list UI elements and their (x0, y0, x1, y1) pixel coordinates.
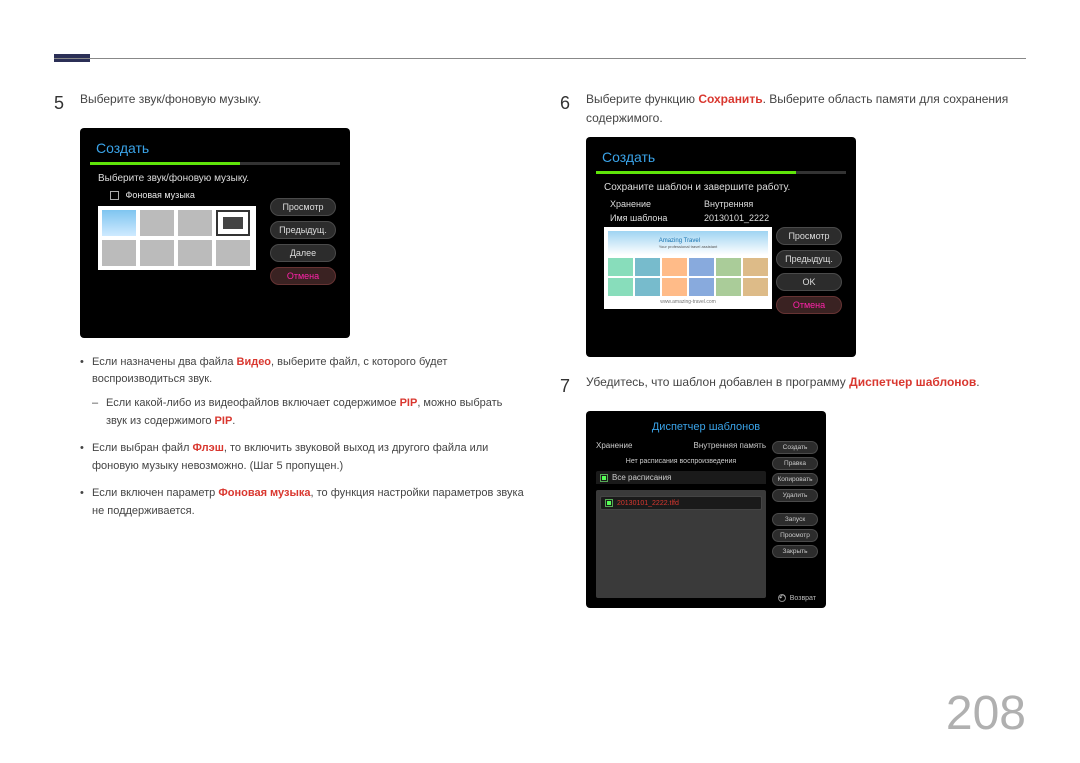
thumbnail-grid (98, 206, 256, 270)
step-7: 7 Убедитесь, что шаблон добавлен в прогр… (560, 373, 1032, 401)
return-hint: Возврат (778, 594, 816, 602)
manager-buttons: Создать Правка Копировать Удалить Запуск… (772, 441, 818, 561)
storage-row: Хранение Внутренняя (610, 199, 838, 209)
delete-button[interactable]: Удалить (772, 489, 818, 502)
thumbnail[interactable] (140, 210, 174, 236)
preview-button[interactable]: Просмотр (772, 529, 818, 542)
preview-cell (716, 278, 741, 296)
no-schedule-text: Нет расписания воспроизведения (596, 452, 766, 471)
page-number: 208 (946, 686, 1026, 741)
preview-cell (716, 258, 741, 276)
cancel-button[interactable]: Отмена (776, 296, 842, 314)
preview-banner: Amazing Travel Your professional travel … (608, 231, 768, 255)
thumbnail[interactable] (102, 210, 136, 236)
checkbox-icon[interactable] (600, 474, 608, 482)
prev-button[interactable]: Предыдущ. (270, 221, 336, 239)
template-preview: Amazing Travel Your professional travel … (604, 227, 772, 309)
close-button[interactable]: Закрыть (772, 545, 818, 558)
preview-cell (662, 278, 687, 296)
step-text: Выберите функцию Сохранить. Выберите обл… (586, 90, 1032, 127)
create-panel-step6: Создать Сохраните шаблон и завершите раб… (586, 137, 856, 357)
copy-button[interactable]: Копировать (772, 473, 818, 486)
cancel-button[interactable]: Отмена (270, 267, 336, 285)
progress-bar (90, 162, 340, 165)
thumbnail[interactable] (216, 240, 250, 266)
preview-cell (662, 258, 687, 276)
preview-url: www.amazing-travel.com (608, 299, 768, 305)
preview-cell (635, 258, 660, 276)
note-subitem: Если какой-либо из видеофайлов включает … (92, 395, 526, 430)
preview-button[interactable]: Просмотр (776, 227, 842, 245)
step-text: Выберите звук/фоновую музыку. (80, 90, 261, 118)
file-name: 20130101_2222.tlfd (617, 500, 679, 507)
name-key: Имя шаблона (610, 213, 680, 223)
step-number: 5 (54, 90, 70, 118)
create-panel-step5: Создать Выберите звук/фоновую музыку. Фо… (80, 128, 350, 338)
storage-value: Внутренняя (704, 199, 753, 209)
create-button[interactable]: Создать (772, 441, 818, 454)
preview-cell (689, 258, 714, 276)
storage-value: Внутренняя память (694, 441, 766, 450)
template-manager-panel: Диспетчер шаблонов Хранение Внутренняя п… (586, 411, 826, 608)
preview-button[interactable]: Просмотр (270, 198, 336, 216)
bgmusic-label: Фоновая музыка (126, 190, 195, 200)
checkbox-icon[interactable] (110, 191, 119, 200)
preview-cell (743, 278, 768, 296)
panel-title: Создать (596, 147, 846, 171)
note-item: Если назначены два файла Видео, выберите… (80, 354, 526, 430)
panel-buttons: Просмотр Предыдущ. OK Отмена (776, 227, 842, 319)
return-icon (778, 594, 786, 602)
prev-button[interactable]: Предыдущ. (776, 250, 842, 268)
storage-key: Хранение (610, 199, 680, 209)
step-number: 7 (560, 373, 576, 401)
template-name-row: Имя шаблона 20130101_2222 (610, 213, 838, 223)
header-rule (54, 58, 1026, 59)
run-button[interactable]: Запуск (772, 513, 818, 526)
thumbnail[interactable] (178, 210, 212, 236)
preview-cell (743, 258, 768, 276)
name-value: 20130101_2222 (704, 213, 769, 223)
storage-key: Хранение (596, 441, 632, 450)
manager-title: Диспетчер шаблонов (596, 421, 816, 433)
panel-buttons: Просмотр Предыдущ. Далее Отмена (270, 198, 336, 290)
step-number: 6 (560, 90, 576, 127)
storage-row: Хранение Внутренняя память (596, 439, 766, 452)
thumbnail-selected[interactable] (216, 210, 250, 236)
note-item: Если выбран файл Флэш, то включить звуко… (80, 440, 526, 475)
thumbnail[interactable] (140, 240, 174, 266)
preview-cell (608, 258, 633, 276)
file-list: 20130101_2222.tlfd (596, 490, 766, 598)
template-file-row[interactable]: 20130101_2222.tlfd (600, 496, 762, 510)
step-text: Убедитесь, что шаблон добавлен в програм… (586, 373, 980, 401)
panel-title: Создать (90, 138, 340, 162)
preview-cell (635, 278, 660, 296)
step-6: 6 Выберите функцию Сохранить. Выберите о… (560, 90, 1032, 127)
thumbnail[interactable] (102, 240, 136, 266)
step5-notes: Если назначены два файла Видео, выберите… (80, 354, 526, 521)
checkbox-icon[interactable] (605, 499, 613, 507)
step-5: 5 Выберите звук/фоновую музыку. (54, 90, 526, 118)
panel-subheader: Сохраните шаблон и завершите работу. (604, 182, 838, 193)
preview-cell (608, 278, 633, 296)
thumbnail[interactable] (178, 240, 212, 266)
edit-button[interactable]: Правка (772, 457, 818, 470)
progress-bar (596, 171, 846, 174)
note-item: Если включен параметр Фоновая музыка, то… (80, 485, 526, 520)
panel-subheader: Выберите звук/фоновую музыку. (98, 173, 332, 184)
preview-cell (689, 278, 714, 296)
ok-button[interactable]: OK (776, 273, 842, 291)
next-button[interactable]: Далее (270, 244, 336, 262)
all-schedules-tab[interactable]: Все расписания (596, 471, 766, 484)
